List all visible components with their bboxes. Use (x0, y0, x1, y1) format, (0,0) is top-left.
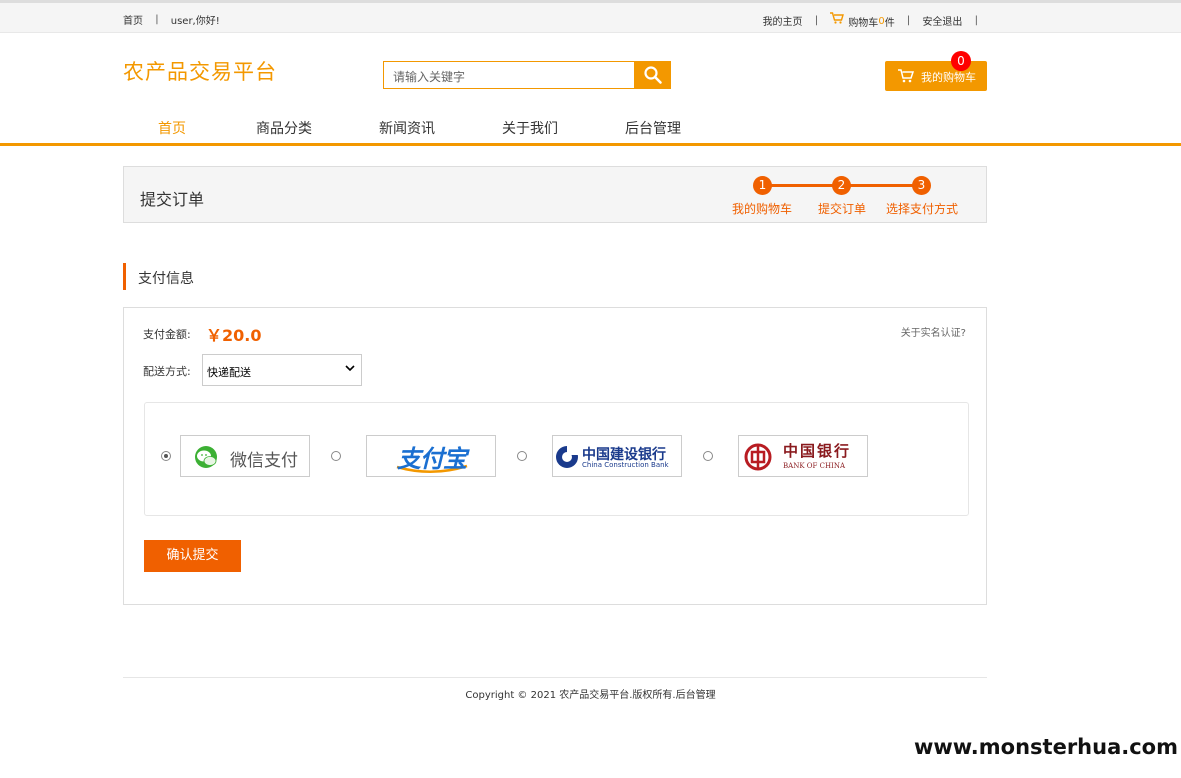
wechat-pay-text: 微信支付 (230, 451, 298, 471)
top-cart-link[interactable]: 购物车0件 (830, 12, 895, 29)
copyright: Copyright © 2021 农产品交易平台.版权所有.后台管理 (465, 690, 716, 701)
radio-alipay[interactable] (331, 451, 341, 461)
watermark: www.monsterhua.com (913, 735, 1178, 759)
search-icon (644, 66, 662, 84)
step-1-dot: 1 (753, 176, 772, 195)
step-1-label: 我的购物车 (732, 202, 793, 216)
order-header: 提交订单 1 2 3 我的购物车 提交订单 选择支付方式 (123, 166, 987, 223)
chevron-down-icon (345, 363, 355, 376)
cart-badge: 0 (951, 51, 971, 71)
wechat-pay-logo[interactable]: 微信支付 (180, 435, 310, 477)
alipay-logo[interactable]: 支付宝 (366, 435, 496, 477)
radio-boc[interactable] (703, 451, 713, 461)
cart-icon (830, 12, 845, 24)
boc-logo[interactable]: 中国银行 BANK OF CHINA (738, 435, 868, 477)
nav-item-about[interactable]: 关于我们 (502, 118, 558, 138)
amount-label: 支付金额: (143, 328, 191, 341)
page-title: 提交订单 (140, 190, 205, 209)
footer-divider (123, 677, 987, 678)
nav-item-admin[interactable]: 后台管理 (625, 118, 681, 138)
section-title: 支付信息 (123, 263, 194, 290)
my-home-link[interactable]: 我的主页 (763, 13, 803, 28)
alipay-text: 支付宝 (397, 445, 467, 473)
step-3-dot: 3 (912, 176, 931, 195)
separator: | (906, 14, 911, 26)
my-cart-button[interactable]: 我的购物车 (885, 61, 987, 91)
boc-text: 中国银行 (783, 442, 852, 460)
main-nav: 首页 商品分类 新闻资讯 关于我们 后台管理 (0, 115, 1181, 146)
amount-value: ￥20.0 (206, 326, 262, 345)
cart-icon (898, 69, 914, 83)
separator: | (155, 14, 159, 25)
logout-link[interactable]: 安全退出 (922, 13, 962, 28)
my-cart-label: 我的购物车 (921, 71, 976, 84)
boc-subtext: BANK OF CHINA (783, 462, 846, 470)
user-greeting: user,你好! (170, 16, 220, 27)
radio-wechat[interactable] (161, 451, 171, 461)
payment-panel: 支付金额: ￥20.0 关于实名认证? 配送方式: 快递配送 微信支付 支付宝 (123, 307, 987, 605)
cart-label: 购物车 (848, 17, 879, 29)
separator: | (814, 14, 819, 26)
cart-unit: 件 (884, 17, 895, 29)
nav-item-home[interactable]: 首页 (158, 118, 186, 138)
shipping-select[interactable]: 快递配送 (202, 354, 362, 386)
top-bar: 首页 | user,你好! 我的主页 | 购物车0件 | 安全退出 | (0, 0, 1181, 33)
payment-methods: 微信支付 支付宝 中国建设银行 China Construction Bank (144, 402, 969, 516)
confirm-submit-button[interactable]: 确认提交 (144, 540, 241, 572)
ccb-logo[interactable]: 中国建设银行 China Construction Bank (552, 435, 682, 477)
shipping-label: 配送方式: (143, 365, 191, 378)
step-2-label: 提交订单 (818, 202, 867, 216)
separator: | (974, 14, 978, 26)
top-home-link[interactable]: 首页 (123, 12, 143, 27)
realname-link[interactable]: 关于实名认证? (901, 324, 966, 339)
nav-item-news[interactable]: 新闻资讯 (379, 118, 435, 138)
ccb-subtext: China Construction Bank (582, 461, 669, 469)
search-input[interactable]: 请输入关键字 (383, 61, 635, 89)
step-2-dot: 2 (832, 176, 851, 195)
search-button[interactable] (634, 61, 671, 89)
nav-item-categories[interactable]: 商品分类 (256, 118, 312, 138)
site-logo[interactable]: 农产品交易平台 (123, 56, 277, 86)
radio-ccb[interactable] (517, 451, 527, 461)
step-3-label: 选择支付方式 (886, 202, 959, 216)
shipping-value: 快递配送 (207, 366, 251, 379)
